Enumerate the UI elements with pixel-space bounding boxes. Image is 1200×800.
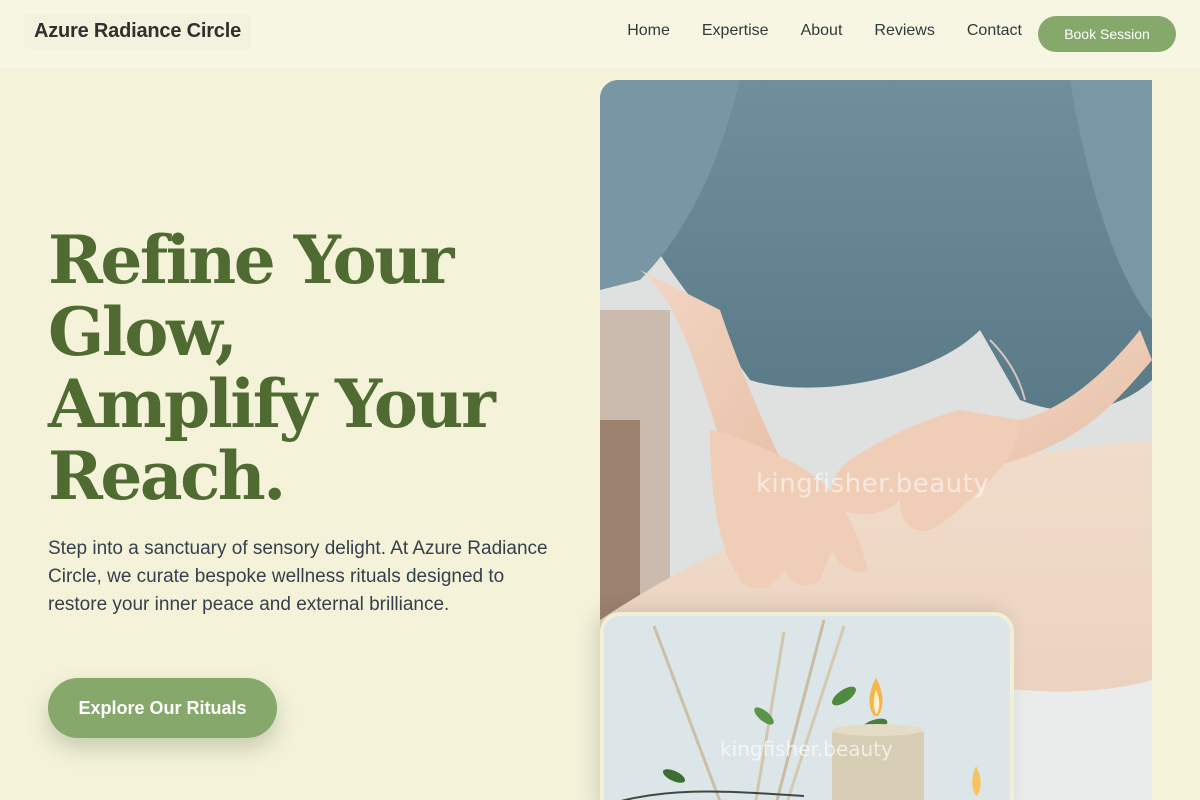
hero-description: Step into a sanctuary of sensory delight… xyxy=(48,538,548,615)
hero-title-line: Reach. xyxy=(48,437,286,515)
nav-link-home[interactable]: Home xyxy=(627,22,670,40)
secondary-image-watermark: kingfisher.beauty xyxy=(720,737,893,761)
hero-title-line: Amplify Your xyxy=(48,365,496,443)
brand-logo[interactable]: Azure Radiance Circle xyxy=(24,14,251,49)
hero-title-line: Refine Your xyxy=(48,221,454,299)
hero-title-line: Glow, xyxy=(48,293,238,371)
explore-rituals-button[interactable]: Explore Our Rituals xyxy=(48,678,277,738)
nav-link-about[interactable]: About xyxy=(801,22,843,40)
candle-illustration: kingfisher.beauty xyxy=(604,616,1010,800)
candle-photo: kingfisher.beauty xyxy=(600,612,1014,800)
nav-link-contact[interactable]: Contact xyxy=(967,22,1022,40)
book-session-button[interactable]: Book Session xyxy=(1038,16,1176,52)
nav-link-expertise[interactable]: Expertise xyxy=(702,22,769,40)
page: Azure Radiance Circle Home Expertise Abo… xyxy=(0,0,1200,800)
main-image-watermark: kingfisher.beauty xyxy=(756,469,989,499)
nav-menu: Home Expertise About Reviews Contact xyxy=(627,22,1022,40)
top-navigation: Azure Radiance Circle Home Expertise Abo… xyxy=(0,0,1200,68)
nav-link-reviews[interactable]: Reviews xyxy=(874,22,934,40)
hero-title: Refine Your Glow, Amplify Your Reach. xyxy=(48,224,568,512)
